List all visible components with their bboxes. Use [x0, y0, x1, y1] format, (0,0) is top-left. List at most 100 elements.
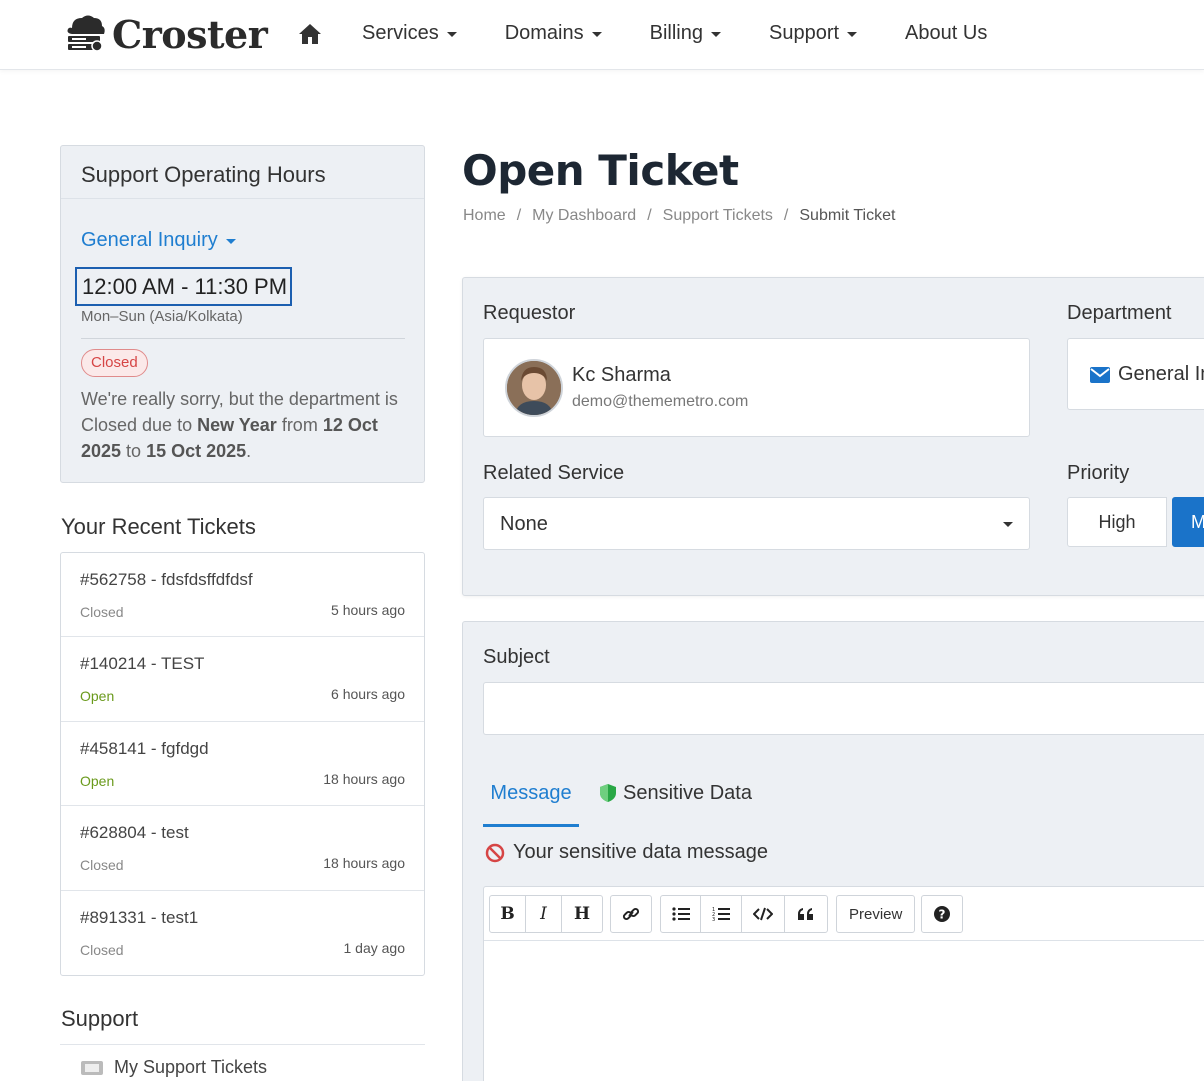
requestor-box: Kc Sharma demo@thememetro.com — [483, 338, 1030, 437]
caret-down-icon — [847, 32, 858, 37]
subject-input[interactable] — [483, 682, 1204, 735]
envelope-icon — [1090, 366, 1110, 383]
operating-days: Mon–Sun (Asia/Kolkata) — [81, 308, 243, 325]
status-badge: Closed — [81, 349, 148, 377]
related-service-label: Related Service — [483, 462, 625, 484]
ticket-status: Closed — [80, 941, 124, 958]
breadcrumb-separator: / — [647, 207, 652, 224]
requestor-email: demo@thememetro.com — [572, 393, 749, 410]
caret-down-icon — [225, 239, 236, 244]
ticket-time: 5 hours ago — [331, 602, 405, 618]
nav-services[interactable]: Services — [362, 22, 457, 45]
ticket-time: 18 hours ago — [323, 770, 405, 787]
link-icon[interactable] — [611, 896, 651, 932]
breadcrumb-home[interactable]: Home — [463, 207, 506, 225]
ticket-status: Open — [80, 772, 115, 789]
ticket-title: #140214 - TEST — [80, 654, 205, 674]
ticket-title: #458141 - fgfdgd — [80, 738, 209, 758]
link-group — [610, 895, 652, 933]
ticket-time: 6 hours ago — [331, 686, 405, 703]
my-support-tickets-link[interactable]: My Support Tickets — [80, 1057, 267, 1078]
breadcrumb-separator: / — [516, 207, 522, 224]
ticket-title: #562758 - fdsfdsffdfdsf — [80, 570, 253, 589]
brand-name: Croster — [112, 11, 268, 57]
breadcrumb-current: Submit Ticket — [799, 207, 896, 224]
tab-message[interactable]: Message — [483, 767, 579, 827]
caret-down-icon — [446, 32, 457, 37]
nav-about-us[interactable]: About Us — [905, 22, 987, 45]
divider — [81, 338, 405, 339]
help-group: ? — [921, 895, 963, 933]
svg-text:?: ? — [939, 908, 946, 922]
requestor-name: Kc Sharma — [572, 364, 671, 386]
department-label: Department — [1067, 302, 1172, 324]
avatar — [505, 359, 563, 417]
ticket-message-card: Subject Message Sensitive Data Your sens… — [462, 621, 1204, 1081]
ticket-status: Closed — [80, 857, 124, 874]
nav-domains[interactable]: Domains — [505, 22, 602, 45]
caret-down-icon — [591, 32, 602, 37]
ticket-status: Open — [80, 688, 115, 705]
department-dropdown[interactable]: General Inquiry — [81, 229, 236, 252]
support-hours-panel: Support Operating Hours General Inquiry … — [60, 145, 425, 483]
message-tabs: Message Sensitive Data — [483, 767, 1204, 827]
priority-high-button[interactable]: High — [1067, 497, 1167, 547]
breadcrumb-support-tickets[interactable]: Support Tickets — [663, 207, 773, 225]
ticket-status: Closed — [80, 604, 124, 620]
priority-medium-button[interactable]: M — [1172, 497, 1204, 547]
support-section-title: Support — [61, 1006, 139, 1031]
bold-icon[interactable]: B — [490, 896, 526, 932]
nav-support[interactable]: Support — [769, 22, 858, 45]
bullet-list-icon[interactable] — [661, 896, 701, 932]
caret-down-icon — [710, 32, 721, 37]
department-selector[interactable]: General In — [1067, 338, 1204, 410]
editor-toolbar: B I H 123 Preview ? — [484, 887, 1204, 941]
sensitive-data-notice: Your sensitive data message — [485, 841, 768, 864]
preview-group: Preview — [836, 895, 916, 933]
breadcrumb-dashboard[interactable]: My Dashboard — [532, 207, 636, 225]
priority-label: Priority — [1067, 462, 1130, 484]
preview-button[interactable]: Preview — [837, 896, 914, 932]
operating-hours: 12:00 AM - 11:30 PM — [75, 267, 292, 306]
ticket-item[interactable]: #891331 - test1 Closed 1 day ago — [61, 891, 424, 975]
ticket-item[interactable]: #628804 - test Closed 18 hours ago — [61, 806, 424, 891]
code-icon[interactable] — [742, 896, 785, 932]
main-nav: Services Domains Billing Support About U… — [362, 22, 1035, 45]
numbered-list-icon[interactable]: 123 — [701, 896, 742, 932]
subject-label: Subject — [483, 646, 550, 668]
shield-icon — [599, 783, 617, 803]
tab-sensitive-data[interactable]: Sensitive Data — [599, 767, 752, 819]
svg-text:3: 3 — [712, 917, 715, 922]
format-group: B I H — [489, 895, 603, 933]
italic-icon[interactable]: I — [526, 896, 562, 932]
divider — [61, 198, 424, 199]
divider — [60, 1044, 425, 1045]
ticket-item[interactable]: #140214 - TEST Open 6 hours ago — [61, 637, 424, 722]
help-icon[interactable]: ? — [922, 896, 962, 932]
home-icon[interactable] — [298, 23, 322, 50]
ticket-details-card: Requestor Kc Sharma demo@thememetro.com … — [462, 277, 1204, 596]
panel-title: Support Operating Hours — [81, 162, 326, 187]
ticket-time: 1 day ago — [343, 939, 406, 956]
heading-icon[interactable]: H — [562, 896, 602, 932]
related-service-select[interactable]: None — [483, 497, 1030, 550]
requestor-label: Requestor — [483, 302, 576, 324]
page-title: Open Ticket — [462, 146, 739, 195]
ticket-title: #891331 - test1 — [80, 907, 199, 927]
ban-icon — [485, 843, 505, 863]
cloud-server-icon — [62, 12, 108, 57]
ticket-item[interactable]: #458141 - fgfdgd Open 18 hours ago — [61, 722, 424, 807]
breadcrumb-separator: / — [783, 207, 789, 224]
breadcrumb: Home / My Dashboard / Support Tickets / Sub… — [463, 207, 895, 225]
ticket-item[interactable]: #562758 - fdsfdsffdfdsf Closed 5 hours a… — [61, 553, 424, 638]
block-group: 123 — [660, 895, 828, 933]
closure-message: We're really sorry, but the department i… — [81, 389, 398, 461]
brand-logo[interactable]: Croster — [62, 11, 268, 57]
related-service-value: None — [500, 513, 548, 535]
top-navbar: Croster Services Domains Billing Support… — [0, 0, 1204, 70]
nav-billing[interactable]: Billing — [650, 22, 721, 45]
recent-tickets-title: Your Recent Tickets — [61, 514, 256, 539]
quote-icon[interactable] — [785, 896, 827, 932]
recent-tickets-list: #562758 - fdsfdsffdfdsf Closed 5 hours a… — [60, 552, 425, 976]
ticket-time: 18 hours ago — [323, 855, 405, 872]
